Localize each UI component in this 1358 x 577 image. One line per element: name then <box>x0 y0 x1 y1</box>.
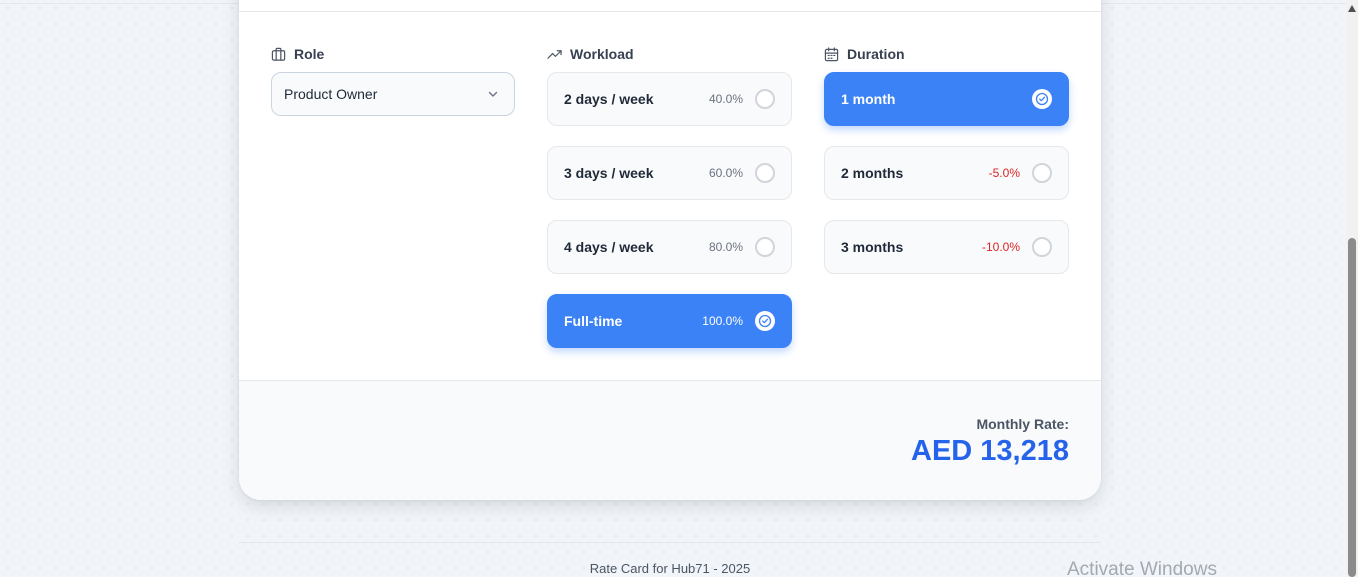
option-label: Full-time <box>564 313 623 329</box>
radio-button[interactable] <box>755 237 775 257</box>
monthly-rate-label: Monthly Rate: <box>976 416 1069 432</box>
option-label: 3 months <box>841 239 904 255</box>
check-circle-icon <box>758 314 772 328</box>
option-label: 2 days / week <box>564 91 654 107</box>
briefcase-icon <box>271 47 286 61</box>
option-label: 1 month <box>841 91 896 107</box>
option-label: 4 days / week <box>564 239 654 255</box>
duration-section: Duration 1 month 2 months -5.0% 3 months… <box>824 44 1069 294</box>
page-footer-text: Rate Card for Hub71 - 2025 <box>589 561 751 576</box>
vertical-scrollbar[interactable] <box>1346 0 1358 577</box>
role-heading-label: Role <box>294 46 325 62</box>
radio-checked[interactable] <box>755 311 775 331</box>
duration-option-3-months[interactable]: 3 months -10.0% <box>824 220 1069 274</box>
option-percentage: 60.0% <box>708 166 743 180</box>
workload-heading-label: Workload <box>570 46 634 62</box>
duration-heading-label: Duration <box>847 46 905 62</box>
role-heading: Role <box>271 44 516 64</box>
role-select[interactable]: Product Owner <box>271 72 515 116</box>
workload-heading: Workload <box>547 44 792 64</box>
workload-option-4-days[interactable]: 4 days / week 80.0% <box>547 220 792 274</box>
option-percentage: 40.0% <box>708 92 743 106</box>
workload-option-2-days[interactable]: 2 days / week 40.0% <box>547 72 792 126</box>
scrollbar-thumb[interactable] <box>1348 238 1356 577</box>
calendar-icon <box>824 46 839 61</box>
option-label: 2 months <box>841 165 904 181</box>
option-percentage: 80.0% <box>708 240 743 254</box>
rate-summary: Monthly Rate: AED 13,218 <box>239 380 1101 500</box>
monthly-rate-value: AED 13,218 <box>911 435 1069 467</box>
radio-button[interactable] <box>1032 163 1052 183</box>
card-divider <box>239 11 1101 12</box>
page-divider <box>239 542 1101 543</box>
scroll-up-arrow-icon[interactable] <box>1348 5 1356 12</box>
duration-option-2-months[interactable]: 2 months -5.0% <box>824 146 1069 200</box>
workload-option-3-days[interactable]: 3 days / week 60.0% <box>547 146 792 200</box>
radio-button[interactable] <box>1032 237 1052 257</box>
role-section: Role Product Owner <box>271 44 516 116</box>
duration-heading: Duration <box>824 44 1069 64</box>
activate-windows-watermark: Activate Windows <box>1067 559 1217 577</box>
option-label: 3 days / week <box>564 165 654 181</box>
trending-up-icon <box>547 49 562 59</box>
workload-section: Workload 2 days / week 40.0% 3 days / we… <box>547 44 792 368</box>
option-discount: -5.0% <box>988 166 1020 180</box>
duration-option-1-month[interactable]: 1 month <box>824 72 1069 126</box>
option-discount: -10.0% <box>981 240 1020 254</box>
workload-option-full-time[interactable]: Full-time 100.0% <box>547 294 792 348</box>
option-percentage: 100.0% <box>702 314 743 328</box>
radio-button[interactable] <box>755 163 775 183</box>
rate-calculator-card: Role Product Owner Workload 2 days / wee… <box>239 0 1101 500</box>
role-select-value: Product Owner <box>284 86 378 102</box>
chevron-down-icon <box>488 91 498 97</box>
radio-checked[interactable] <box>1032 89 1052 109</box>
check-circle-icon <box>1035 92 1049 106</box>
radio-button[interactable] <box>755 89 775 109</box>
